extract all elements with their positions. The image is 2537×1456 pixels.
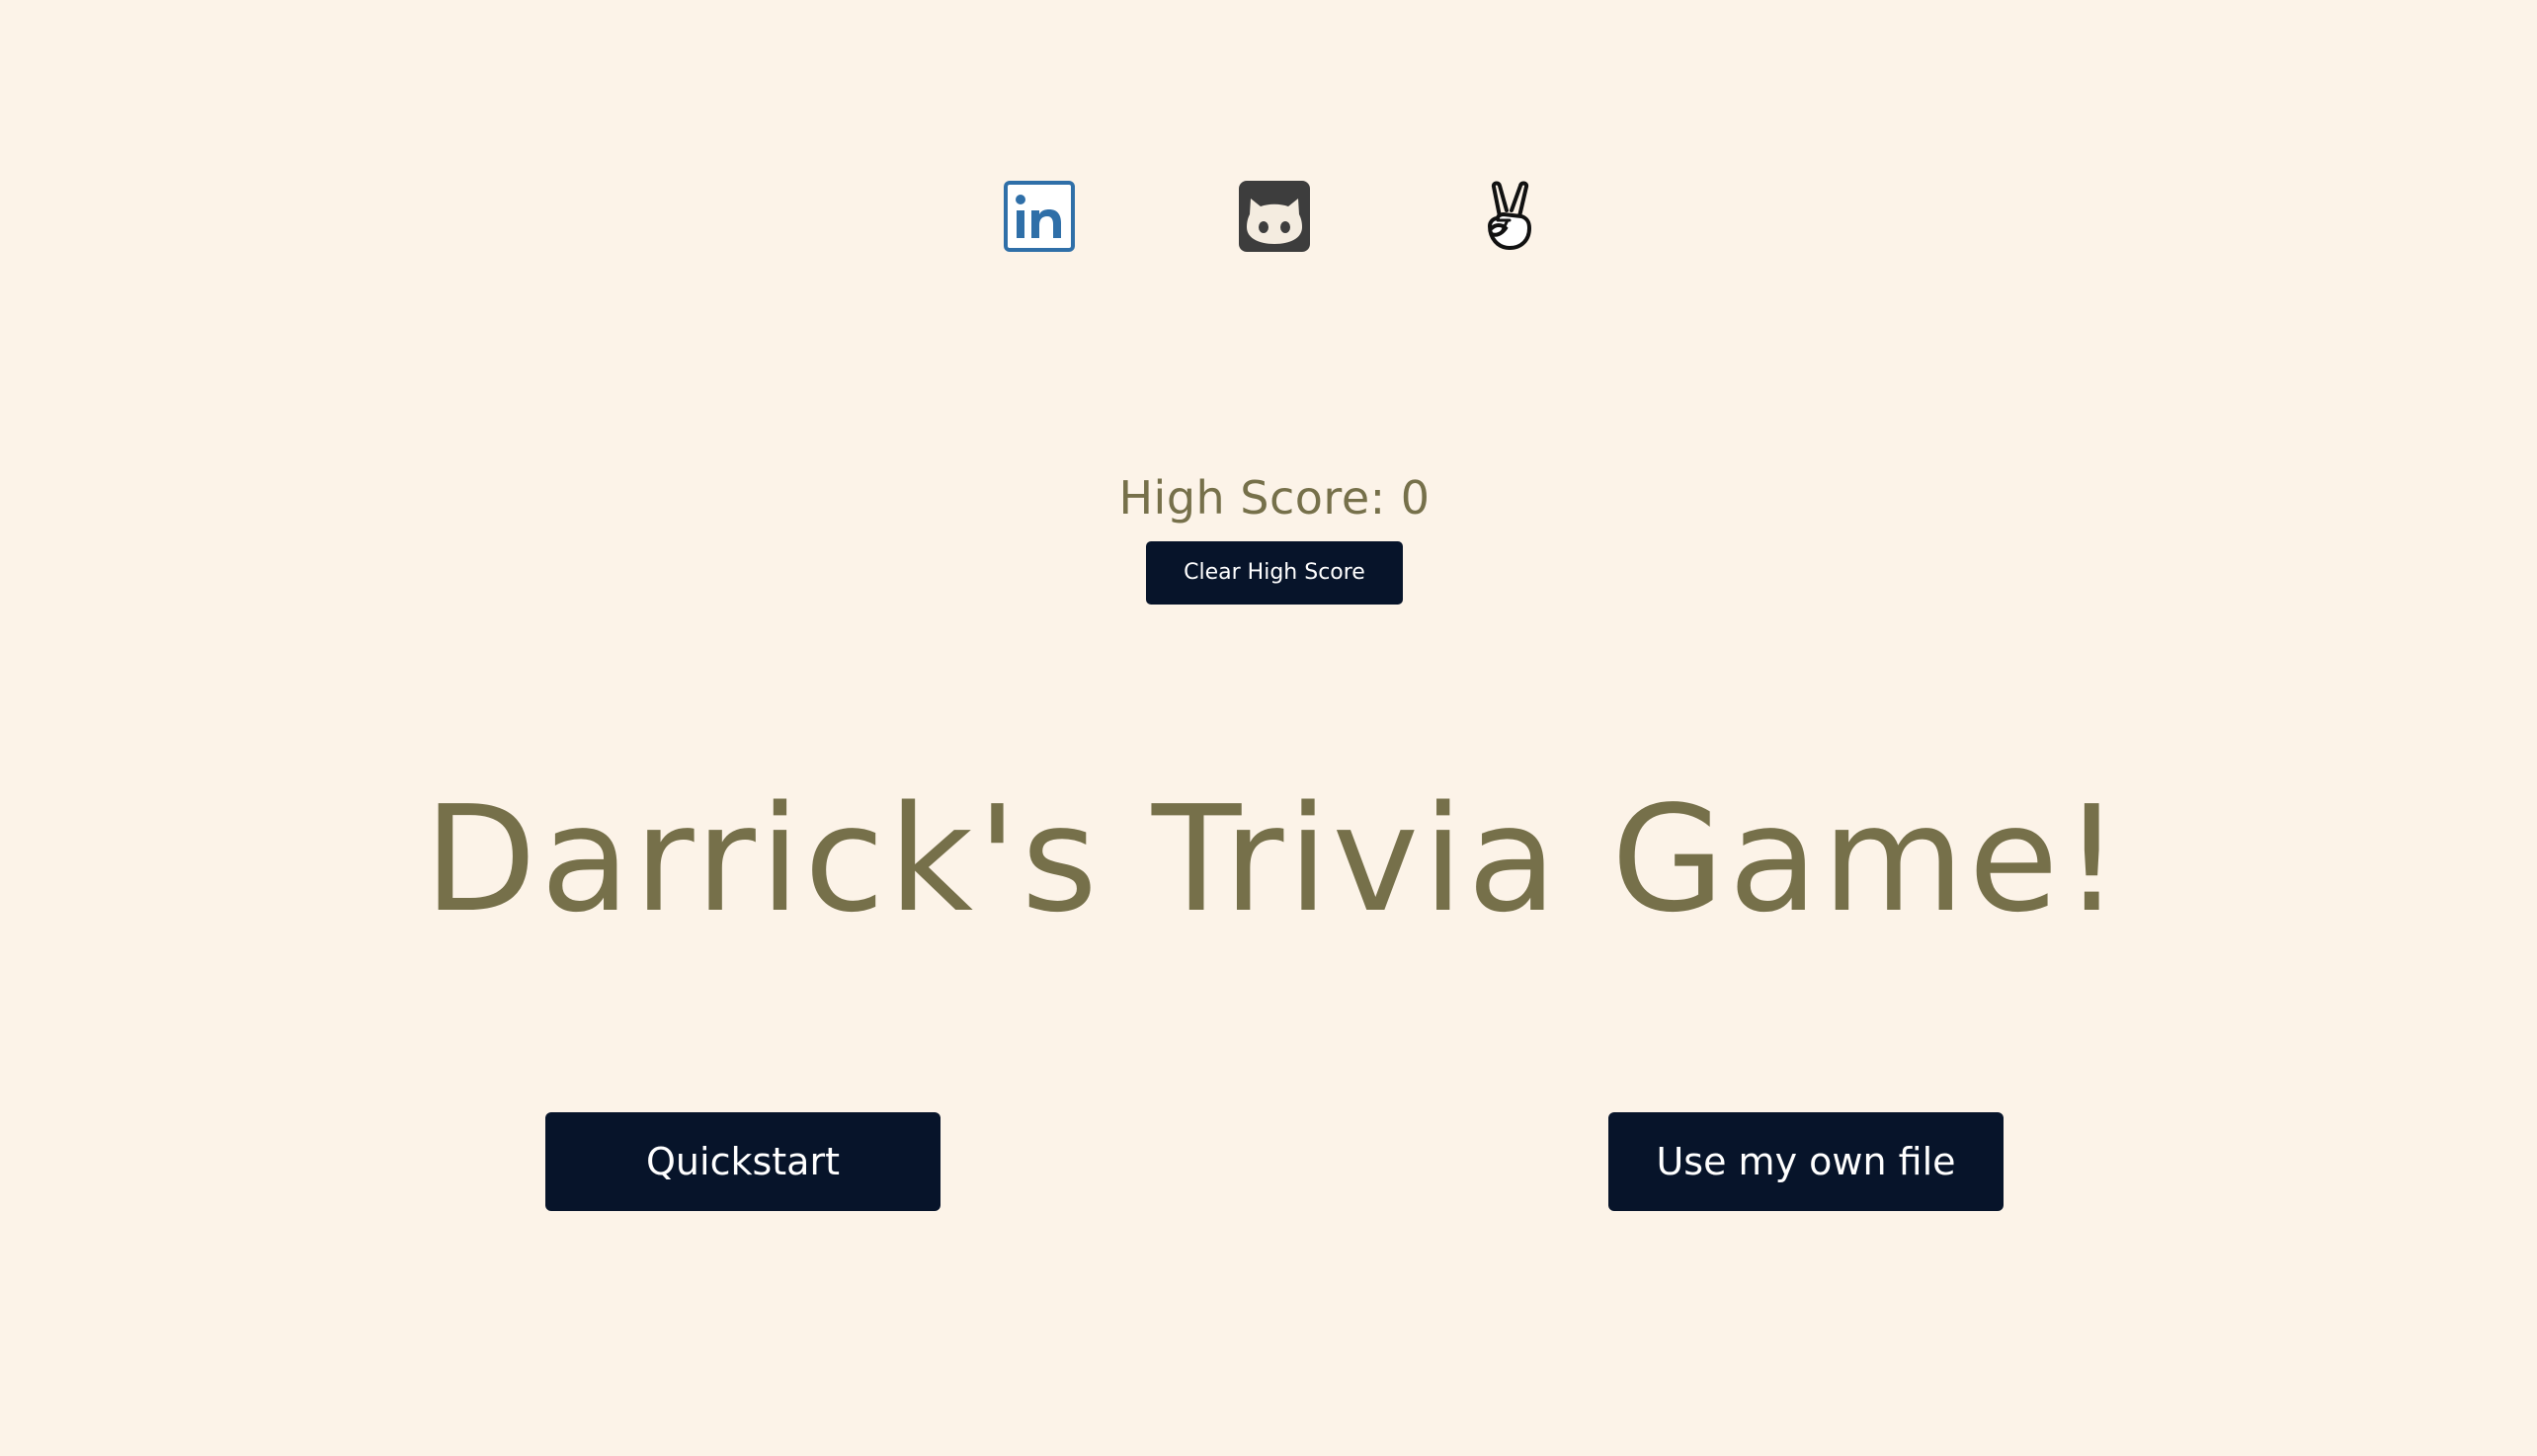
high-score-display: High Score: 0	[1118, 471, 1431, 525]
linkedin-icon	[1004, 181, 1075, 252]
quickstart-button[interactable]: Quickstart	[545, 1112, 941, 1211]
page-title: Darrick's Trivia Game!	[424, 774, 2125, 944]
linkedin-link[interactable]	[1004, 181, 1075, 252]
angellist-peace-icon	[1474, 181, 1545, 252]
github-icon	[1239, 181, 1310, 252]
clear-high-score-button[interactable]: Clear High Score	[1146, 541, 1403, 605]
angellist-link[interactable]	[1474, 181, 1545, 252]
social-links	[0, 181, 2537, 252]
github-link[interactable]	[1239, 181, 1310, 252]
use-own-file-button[interactable]: Use my own file	[1608, 1112, 2004, 1211]
